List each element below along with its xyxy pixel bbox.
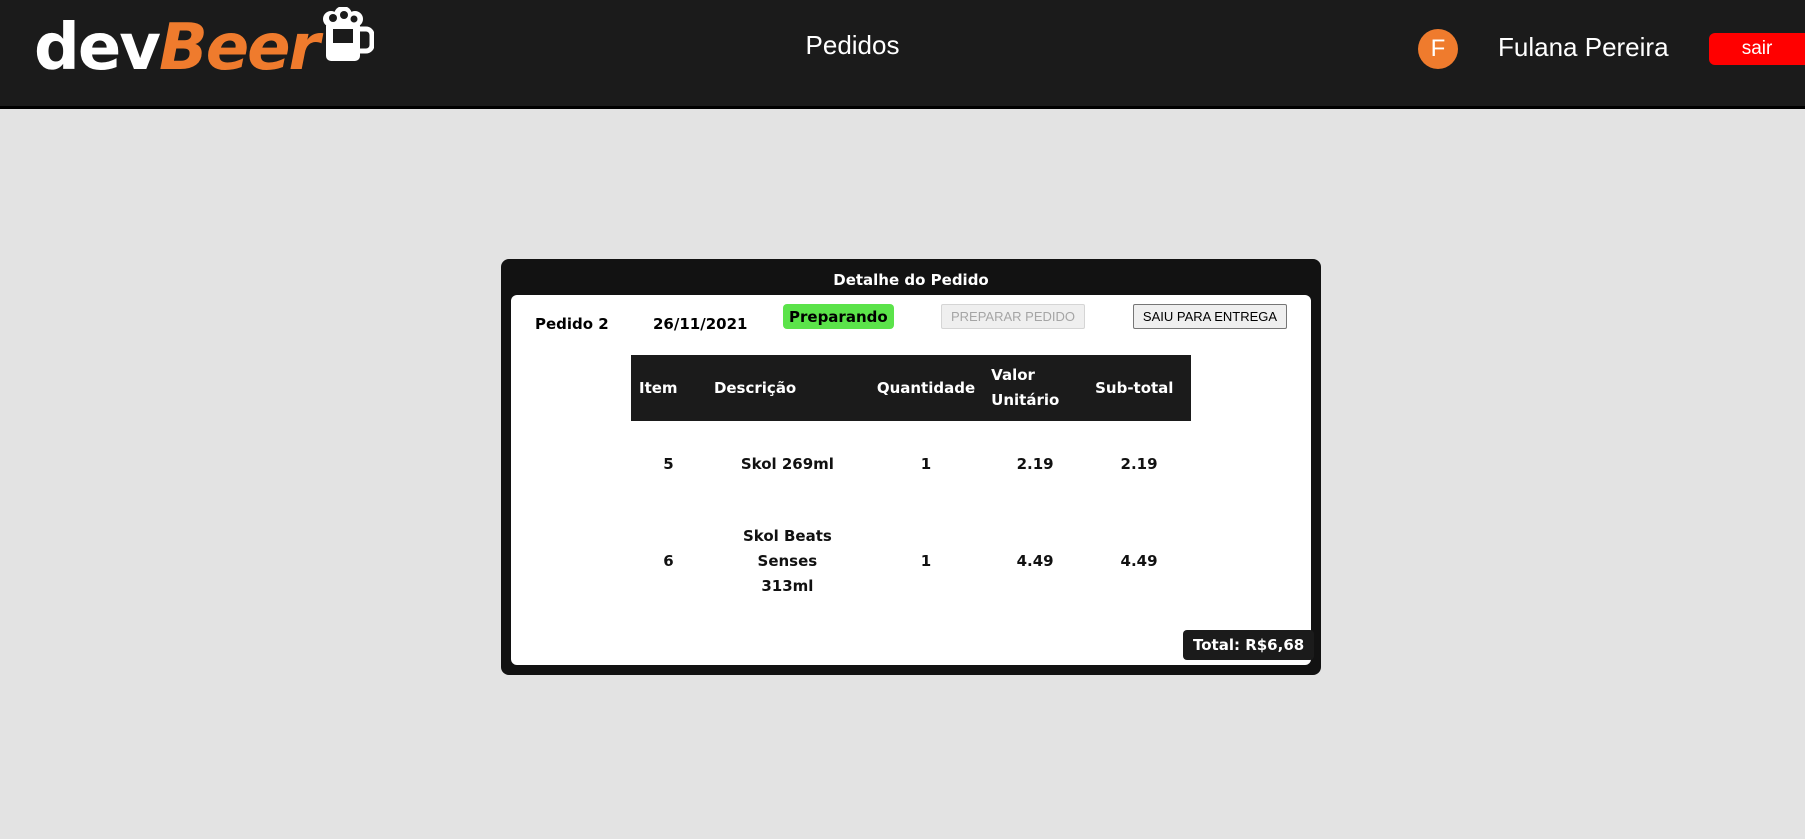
devbeer-logo[interactable]: dev Beer: [34, 5, 375, 88]
cell-description: Skol Beats Senses 313ml: [742, 526, 832, 595]
cell-item: 6: [663, 551, 674, 570]
order-detail-card: Detalhe do Pedido Pedido 2 26/11/2021 Pr…: [501, 259, 1321, 675]
user-name: Fulana Pereira: [1498, 32, 1669, 62]
table-row: 5 Skol 269ml 1 2.19 2.19: [631, 421, 1191, 508]
column-header-item: Item: [631, 355, 706, 421]
cell-unit-price: 4.49: [1016, 551, 1054, 570]
column-header-unit-price: Valor Unitário: [983, 355, 1088, 421]
order-date: 26/11/2021: [653, 315, 748, 333]
cell-subtotal: 2.19: [1120, 455, 1158, 473]
cell-item: 5: [663, 455, 674, 473]
logout-button[interactable]: sair: [1709, 33, 1805, 65]
order-detail-title: Detalhe do Pedido: [833, 271, 989, 289]
order-number: Pedido 2: [535, 315, 609, 333]
logo-beer-text: Beer: [158, 11, 320, 85]
column-header-description: Descrição: [705, 355, 869, 421]
nav-orders-link[interactable]: Pedidos: [780, 30, 925, 61]
top-navbar: dev Beer Pedidos F Fulana Pereira sair: [0, 0, 1805, 109]
order-items-table: Item Descrição Quantidade Valor Unitário…: [631, 355, 1191, 614]
column-header-subtotal: Sub-total: [1087, 355, 1191, 421]
cell-quantity: 1: [920, 551, 932, 570]
cell-unit-price: 2.19: [1016, 455, 1054, 473]
table-row: 6 Skol Beats Senses 313ml 1 4.49 4.49: [631, 508, 1191, 614]
table-header-row: Item Descrição Quantidade Valor Unitário…: [631, 355, 1191, 421]
prepare-order-button[interactable]: PREPARAR PEDIDO: [941, 304, 1085, 329]
cell-quantity: 1: [920, 455, 932, 473]
order-status-badge: Preparando: [783, 304, 894, 329]
cell-subtotal: 4.49: [1120, 551, 1158, 570]
out-for-delivery-button[interactable]: SAIU PARA ENTREGA: [1133, 304, 1287, 329]
user-avatar: F: [1418, 29, 1458, 69]
logo-dev-text: dev: [34, 11, 161, 85]
order-total: Total: R$6,68: [1183, 630, 1315, 660]
order-detail-body: Pedido 2 26/11/2021 Preparando PREPARAR …: [511, 295, 1315, 665]
column-header-quantity: Quantidade: [868, 355, 984, 421]
cell-description: Skol 269ml: [740, 455, 834, 473]
beer-mug-icon: [322, 5, 375, 79]
